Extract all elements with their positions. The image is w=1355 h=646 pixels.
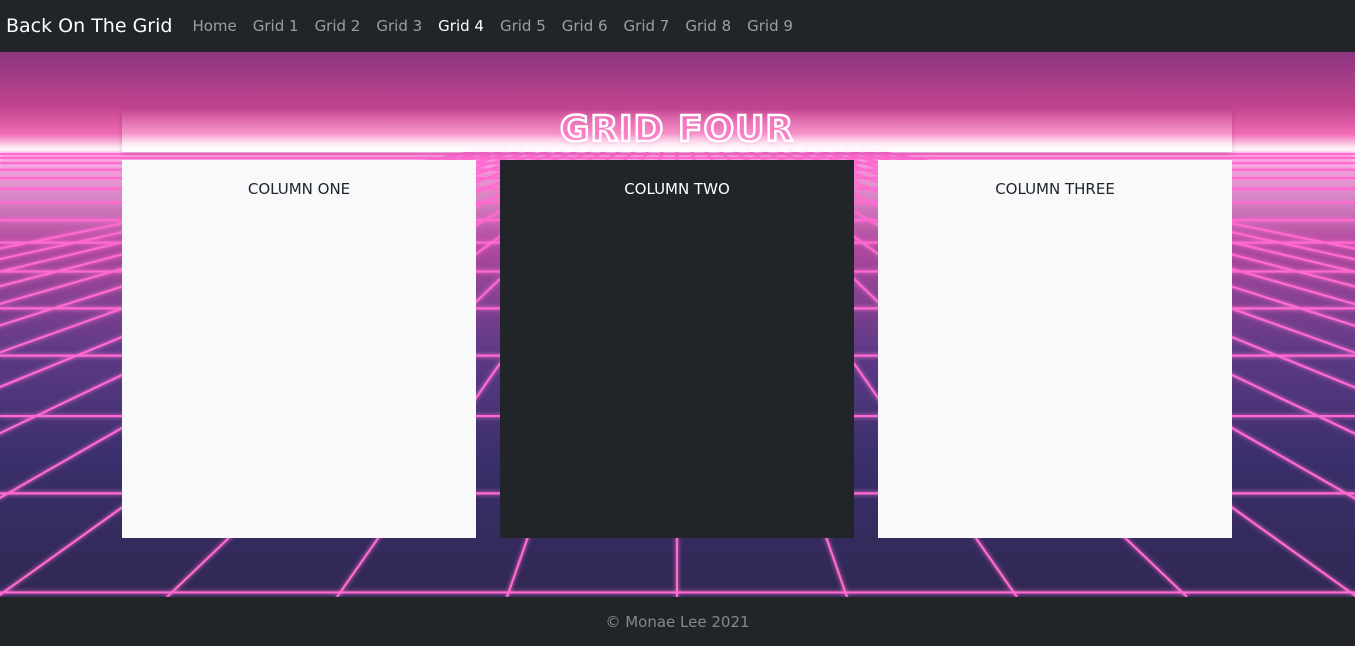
footer: © Monae Lee 2021 bbox=[0, 597, 1355, 646]
nav-link-grid-4[interactable]: Grid 4 bbox=[430, 17, 492, 35]
column-three-label: COLUMN THREE bbox=[995, 180, 1115, 198]
column-one-label: COLUMN ONE bbox=[247, 180, 351, 198]
nav-link-grid-1[interactable]: Grid 1 bbox=[245, 17, 307, 35]
navbar: Back On The Grid Home Grid 1 Grid 2 Grid… bbox=[0, 0, 1355, 52]
nav-link-home[interactable]: Home bbox=[184, 17, 244, 35]
nav-link-grid-3[interactable]: Grid 3 bbox=[368, 17, 430, 35]
column-two: COLUMN TWO bbox=[500, 160, 854, 538]
page-title: GRID FOUR bbox=[559, 109, 795, 150]
navbar-brand[interactable]: Back On The Grid bbox=[6, 15, 172, 37]
hero-title-bar: GRID FOUR bbox=[122, 110, 1232, 152]
nav-link-grid-2[interactable]: Grid 2 bbox=[307, 17, 369, 35]
footer-copyright: © Monae Lee 2021 bbox=[605, 612, 750, 631]
hero-section: GRID FOUR COLUMN ONE COLUMN TWO COLUMN T… bbox=[0, 52, 1355, 597]
nav-link-grid-6[interactable]: Grid 6 bbox=[554, 17, 616, 35]
column-three: COLUMN THREE bbox=[878, 160, 1232, 538]
nav-link-grid-9[interactable]: Grid 9 bbox=[739, 17, 801, 35]
nav-link-grid-8[interactable]: Grid 8 bbox=[677, 17, 739, 35]
column-two-label: COLUMN TWO bbox=[624, 180, 730, 198]
nav-link-grid-5[interactable]: Grid 5 bbox=[492, 17, 554, 35]
nav-links: Home Grid 1 Grid 2 Grid 3 Grid 4 Grid 5 … bbox=[184, 17, 800, 35]
column-one: COLUMN ONE bbox=[122, 160, 476, 538]
nav-link-grid-7[interactable]: Grid 7 bbox=[616, 17, 678, 35]
